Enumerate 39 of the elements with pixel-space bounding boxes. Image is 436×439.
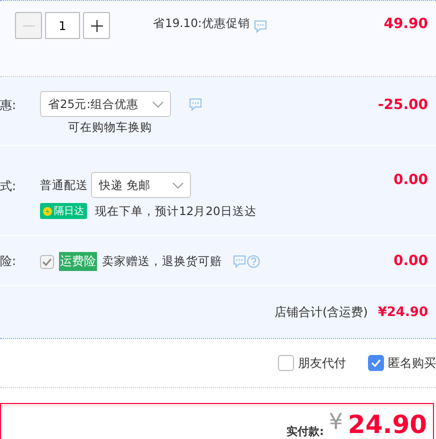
- promotion-text: 省19.10:优惠促销: [153, 16, 250, 31]
- minus-icon: [22, 24, 34, 26]
- option-checkbox[interactable]: 匿名购买: [368, 354, 436, 372]
- option-label: 匿名购买: [388, 354, 436, 372]
- chat-icon[interactable]: [233, 255, 246, 268]
- caret-icon: [152, 100, 164, 108]
- chat-icon[interactable]: [254, 20, 267, 33]
- shipping-select[interactable]: 快递 免邮: [91, 172, 191, 198]
- caret-icon: [172, 182, 184, 188]
- discount-select[interactable]: 省25元:组合优惠: [40, 91, 171, 117]
- insurance-label: 险:: [0, 253, 18, 270]
- shipping-label: 式:: [0, 178, 18, 195]
- shop-total-amount: ¥24.90: [378, 304, 428, 320]
- check-icon: [371, 359, 381, 367]
- insurance-text: 卖家赠送，退换货可赔: [102, 254, 222, 269]
- discount-label: 惠:: [0, 97, 18, 114]
- option-label: 朋友代付: [298, 354, 346, 372]
- insurance-tag: 运费险: [59, 252, 97, 271]
- next-day-badge: 隔日达: [40, 203, 87, 219]
- check-icon: [42, 258, 52, 266]
- help-icon[interactable]: [247, 255, 260, 268]
- insurance-amount: 0.00: [393, 252, 428, 269]
- chat-icon[interactable]: [189, 98, 202, 110]
- currency-symbol: ¥: [328, 410, 343, 435]
- shipping-method: 普通配送: [40, 178, 88, 192]
- option-checkbox[interactable]: 朋友代付: [278, 354, 346, 372]
- checkbox[interactable]: [368, 355, 384, 371]
- quantity-field[interactable]: 1: [45, 12, 80, 39]
- payment-label: 实付款:: [286, 424, 324, 439]
- payment-amount: 24.90: [348, 410, 427, 439]
- plus-button[interactable]: [83, 12, 110, 39]
- shipping-amount: 0.00: [393, 172, 428, 188]
- discount-hint: 可在购物车换购: [67, 120, 153, 135]
- item-price: 49.90: [384, 16, 428, 32]
- checkbox[interactable]: [278, 355, 294, 371]
- shop-total-label: 店铺合计(含运费): [274, 304, 368, 320]
- discount-amount: -25.00: [378, 96, 428, 113]
- delivery-estimate: 现在下单，预计12月20日送达: [95, 204, 256, 218]
- plus-icon: [90, 20, 102, 32]
